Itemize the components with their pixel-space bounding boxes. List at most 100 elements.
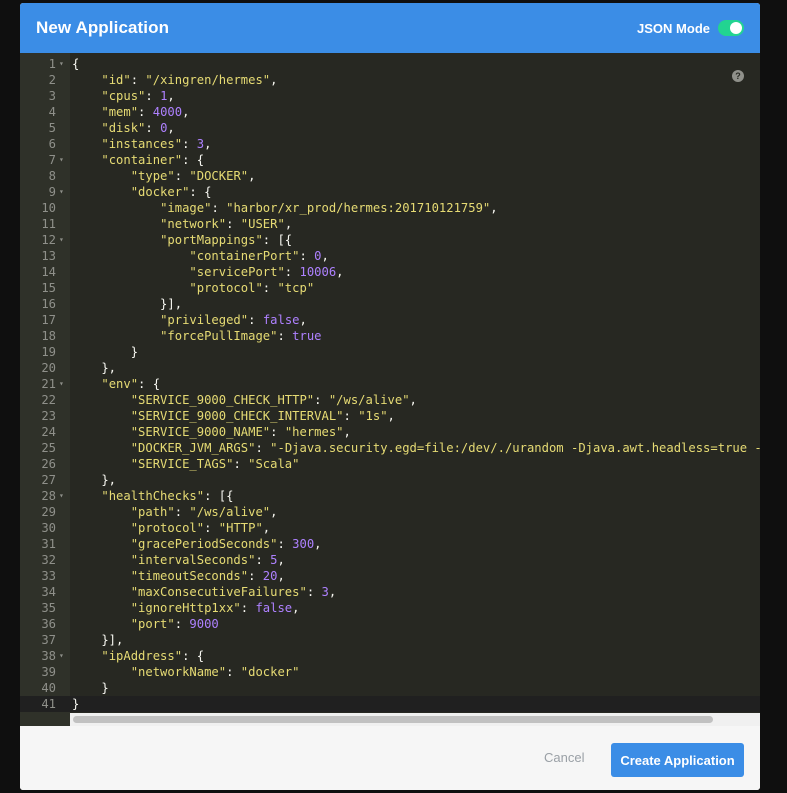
toggle-knob bbox=[730, 22, 742, 34]
editor-line[interactable]: 5 "disk": 0, bbox=[20, 120, 760, 136]
line-number: 9 bbox=[48, 185, 56, 199]
horizontal-scrollbar-thumb[interactable] bbox=[73, 716, 713, 723]
editor-line[interactable]: 32 "intervalSeconds": 5, bbox=[20, 552, 760, 568]
fold-arrow-icon[interactable]: ▾ bbox=[59, 56, 64, 72]
editor-line[interactable]: 29 "path": "/ws/alive", bbox=[20, 504, 760, 520]
code-text: "network": "USER", bbox=[160, 217, 293, 231]
fold-arrow-icon[interactable]: ▾ bbox=[59, 376, 64, 392]
editor-line[interactable]: 3 "cpus": 1, bbox=[20, 88, 760, 104]
editor-line[interactable]: 28 ▾ "healthChecks": [{ bbox=[20, 488, 760, 504]
fold-arrow-icon[interactable]: ▾ bbox=[59, 648, 64, 664]
code-text: "cpus": 1, bbox=[101, 89, 175, 103]
editor-line[interactable]: 18 "forcePullImage": true bbox=[20, 328, 760, 344]
line-number: 10 bbox=[41, 201, 56, 215]
editor-line[interactable]: 17 "privileged": false, bbox=[20, 312, 760, 328]
editor-line[interactable]: 7 ▾ "container": { bbox=[20, 152, 760, 168]
line-number: 3 bbox=[48, 89, 56, 103]
editor-line[interactable]: 16 }], bbox=[20, 296, 760, 312]
code-text: }, bbox=[72, 361, 117, 375]
modal-header: New Application JSON Mode bbox=[20, 3, 760, 53]
editor-line[interactable]: 35 "ignoreHttp1xx": false, bbox=[20, 600, 760, 616]
editor-line[interactable]: 41} bbox=[20, 696, 760, 712]
modal-title: New Application bbox=[36, 18, 170, 37]
json-editor[interactable]: 1 ▾{2 "id": "/xingren/hermes", 3 "cpus": 1… bbox=[20, 53, 760, 726]
code-text: "protocol": "tcp" bbox=[189, 281, 315, 295]
line-number: 25 bbox=[41, 441, 56, 455]
line-number: 20 bbox=[41, 361, 56, 375]
fold-arrow-icon[interactable]: ▾ bbox=[59, 488, 64, 504]
code-text: } bbox=[72, 345, 139, 359]
editor-line[interactable]: 24 "SERVICE_9000_NAME": "hermes", bbox=[20, 424, 760, 440]
editor-line[interactable]: 19 } bbox=[20, 344, 760, 360]
code-text: } bbox=[72, 681, 109, 695]
editor-line[interactable]: 26 "SERVICE_TAGS": "Scala" bbox=[20, 456, 760, 472]
help-icon[interactable]: ? bbox=[732, 70, 744, 82]
code-text: "healthChecks": [{ bbox=[101, 489, 234, 503]
editor-line[interactable]: 11 "network": "USER", bbox=[20, 216, 760, 232]
editor-line[interactable]: 6 "instances": 3, bbox=[20, 136, 760, 152]
editor-line[interactable]: 15 "protocol": "tcp" bbox=[20, 280, 760, 296]
code-text: "privileged": false, bbox=[160, 313, 307, 327]
editor-line[interactable]: 20 }, bbox=[20, 360, 760, 376]
line-number: 23 bbox=[41, 409, 56, 423]
code-text: "maxConsecutiveFailures": 3, bbox=[130, 585, 337, 599]
line-number: 16 bbox=[41, 297, 56, 311]
editor-line[interactable]: 23 "SERVICE_9000_CHECK_INTERVAL": "1s", bbox=[20, 408, 760, 424]
code-text: "portMappings": [{ bbox=[160, 233, 293, 247]
editor-line[interactable]: 21 ▾ "env": { bbox=[20, 376, 760, 392]
code-text: "SERVICE_9000_CHECK_INTERVAL": "1s", bbox=[130, 409, 395, 423]
line-number: 12 bbox=[41, 233, 56, 247]
line-number: 13 bbox=[41, 249, 56, 263]
code-text: "id": "/xingren/hermes", bbox=[101, 73, 278, 87]
code-text: }], bbox=[72, 297, 183, 311]
line-number: 18 bbox=[41, 329, 56, 343]
code-text: "SERVICE_TAGS": "Scala" bbox=[130, 457, 300, 471]
line-number: 14 bbox=[41, 265, 56, 279]
editor-line[interactable]: 36 "port": 9000 bbox=[20, 616, 760, 632]
code-text: "gracePeriodSeconds": 300, bbox=[130, 537, 322, 551]
editor-line[interactable]: 25 "DOCKER_JVM_ARGS": "-Djava.security.e… bbox=[20, 440, 760, 456]
editor-line[interactable]: 13 "containerPort": 0, bbox=[20, 248, 760, 264]
editor-line[interactable]: 1 ▾ { bbox=[20, 56, 760, 72]
editor-line[interactable]: 22 "SERVICE_9000_CHECK_HTTP": "/ws/alive… bbox=[20, 392, 760, 408]
editor-line[interactable]: 2 "id": "/xingren/hermes", bbox=[20, 72, 760, 88]
code-text: "intervalSeconds": 5, bbox=[130, 553, 285, 567]
line-number: 30 bbox=[41, 521, 56, 535]
editor-line[interactable]: 33 "timeoutSeconds": 20, bbox=[20, 568, 760, 584]
horizontal-scrollbar[interactable] bbox=[70, 713, 760, 726]
line-number: 19 bbox=[41, 345, 56, 359]
code-text: "instances": 3, bbox=[101, 137, 212, 151]
editor-line[interactable]: 31 "gracePeriodSeconds": 300, bbox=[20, 536, 760, 552]
editor-line[interactable]: 4 "mem": 4000, bbox=[20, 104, 760, 120]
editor-line[interactable]: 8 "type": "DOCKER", bbox=[20, 168, 760, 184]
code-text: "env": { bbox=[101, 377, 161, 391]
line-number: 36 bbox=[41, 617, 56, 631]
code-text: "disk": 0, bbox=[101, 121, 175, 135]
editor-line[interactable]: 39 "networkName": "docker" bbox=[20, 664, 760, 680]
cancel-button[interactable]: Cancel bbox=[544, 750, 584, 765]
json-mode-switch[interactable]: JSON Mode bbox=[637, 20, 744, 36]
line-number: 4 bbox=[48, 105, 56, 119]
line-number: 15 bbox=[41, 281, 56, 295]
editor-line[interactable]: 12 ▾ "portMappings": [{ bbox=[20, 232, 760, 248]
fold-arrow-icon[interactable]: ▾ bbox=[59, 152, 64, 168]
editor-line[interactable]: 37 }], bbox=[20, 632, 760, 648]
editor-line[interactable]: 40 } bbox=[20, 680, 760, 696]
json-mode-toggle[interactable] bbox=[718, 20, 744, 36]
create-application-button[interactable]: Create Application bbox=[611, 743, 744, 777]
line-number: 31 bbox=[41, 537, 56, 551]
code-text: "ignoreHttp1xx": false, bbox=[130, 601, 300, 615]
editor-line[interactable]: 14 "servicePort": 10006, bbox=[20, 264, 760, 280]
line-number: 32 bbox=[41, 553, 56, 567]
editor-line[interactable]: 10 "image": "harbor/xr_prod/hermes:20171… bbox=[20, 200, 760, 216]
code-text: "container": { bbox=[101, 153, 205, 167]
fold-arrow-icon[interactable]: ▾ bbox=[59, 184, 64, 200]
editor-line[interactable]: 9 ▾ "docker": { bbox=[20, 184, 760, 200]
editor-line[interactable]: 27 }, bbox=[20, 472, 760, 488]
editor-line[interactable]: 30 "protocol": "HTTP", bbox=[20, 520, 760, 536]
line-number: 2 bbox=[48, 73, 56, 87]
editor-line[interactable]: 38 ▾ "ipAddress": { bbox=[20, 648, 760, 664]
editor-line[interactable]: 34 "maxConsecutiveFailures": 3, bbox=[20, 584, 760, 600]
fold-arrow-icon[interactable]: ▾ bbox=[59, 232, 64, 248]
code-text: "DOCKER_JVM_ARGS": "-Djava.security.egd=… bbox=[130, 441, 760, 455]
